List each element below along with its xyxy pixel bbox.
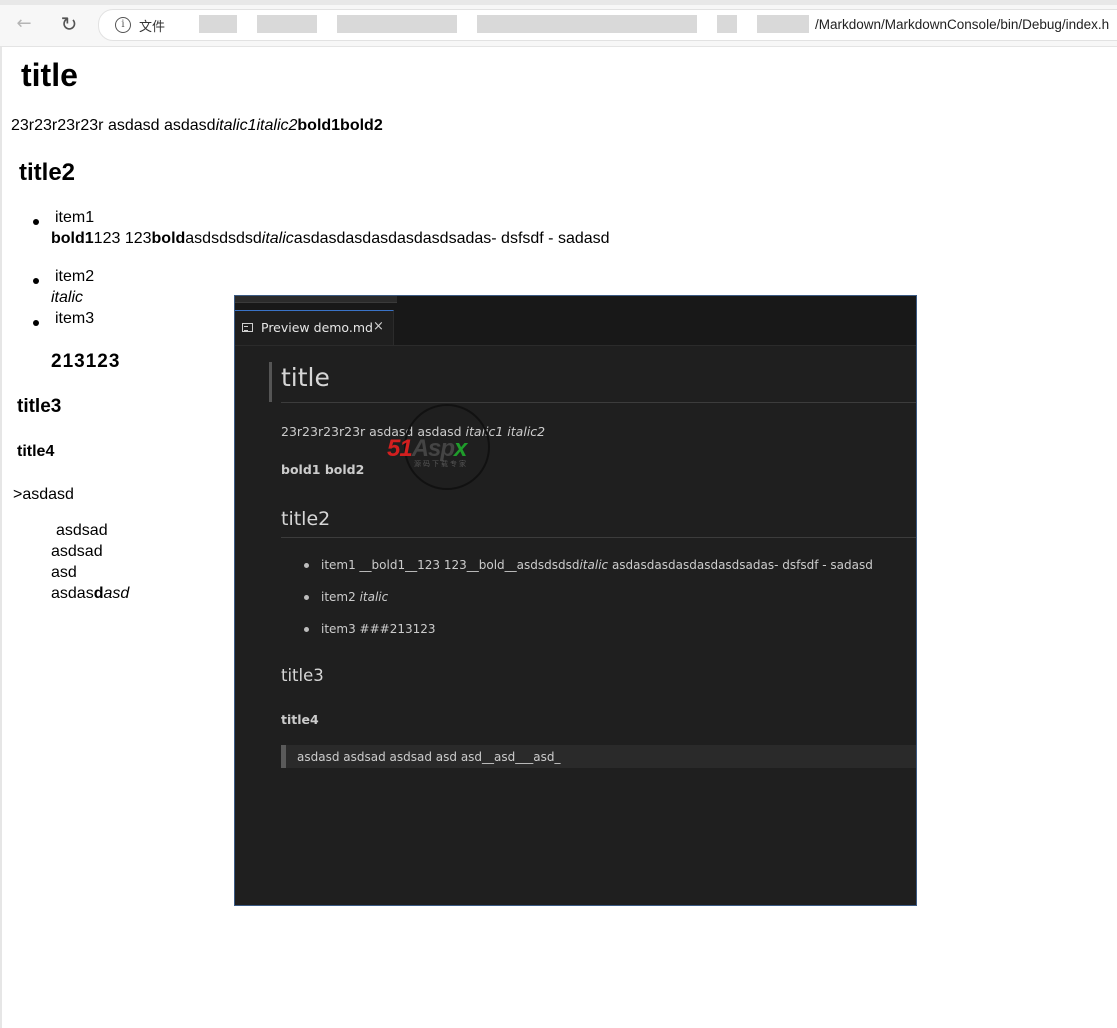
close-icon[interactable]: ×: [373, 319, 384, 334]
info-icon[interactable]: i: [115, 17, 131, 33]
code-line: asdasdasd: [51, 585, 129, 603]
bullet-icon: [304, 595, 309, 600]
preview-heading-1: title: [281, 363, 330, 392]
italic-text: italic: [51, 289, 84, 306]
paragraph: 23r23r23r23r asdasd asdasditalic1italic2…: [11, 117, 383, 135]
plain-text: 23r23r23r23r asdasd asdasd: [11, 117, 216, 134]
plain-text: asdas: [51, 585, 94, 602]
preview-heading-3: title3: [281, 666, 324, 685]
vscode-preview-window: Preview demo.md × title 23r23r23r23r asd…: [234, 295, 917, 906]
address-scheme-label: 文件: [139, 20, 166, 35]
window-topbar: [235, 296, 916, 310]
bold-text: bold1: [51, 230, 94, 247]
redacted-path: [257, 15, 317, 33]
italic-text: italic: [261, 230, 294, 247]
redacted-path: [337, 15, 457, 33]
list-item-label: item3: [55, 310, 95, 327]
address-bar[interactable]: i 文件 /Markdown/MarkdownConsole/bin/Debug…: [98, 9, 1117, 41]
heading-bar: [269, 362, 272, 402]
tab-label: Preview demo.md: [261, 320, 373, 335]
preview-bold-line: bold1 bold2: [281, 462, 365, 477]
heading-3: 213123: [51, 351, 121, 372]
plain-text: asdasdasdasdasdasdsadas- dsfsdf - sadasd: [293, 230, 610, 247]
plain-text: 123 123: [93, 230, 152, 247]
reload-icon[interactable]: ↻: [58, 13, 80, 35]
heading-1: title: [21, 57, 78, 93]
blockquote-text: >asdasd: [13, 486, 74, 503]
editor-tabbar: Preview demo.md ×: [235, 310, 916, 346]
code-line: asdsad: [51, 543, 103, 560]
italic-text: italic1italic2: [215, 117, 298, 134]
watermark-subtitle: 源码下载专家: [414, 460, 468, 468]
back-arrow-icon[interactable]: ←: [13, 13, 35, 35]
preview-blockquote-text: asdasd asdsad asdsad asd asd__asd___asd_: [297, 750, 561, 764]
italic-text: italic: [359, 590, 389, 604]
preview-list-item: item3 ###213123: [321, 622, 436, 636]
tab-preview-demo[interactable]: Preview demo.md ×: [235, 310, 394, 345]
bullet-icon: [33, 278, 39, 284]
divider: [281, 537, 916, 538]
plain-text: asdasdasdasdasdasdsadas- dsfsdf - sadasd: [608, 558, 873, 572]
divider: [281, 402, 916, 403]
heading-2: title2: [19, 159, 76, 186]
bold-text: bold: [151, 230, 186, 247]
bold-text: bold1bold2: [297, 117, 383, 134]
redacted-path: [757, 15, 809, 33]
heading-3: title3: [17, 396, 62, 417]
redacted-path: [477, 15, 697, 33]
bullet-icon: [304, 627, 309, 632]
tab-strip: [0, 0, 1117, 5]
heading-4: title4: [17, 443, 55, 460]
address-url-text: /Markdown/MarkdownConsole/bin/Debug/inde…: [815, 17, 1110, 32]
browser-toolbar: ← ↻ i 文件 /Markdown/MarkdownConsole/bin/D…: [0, 0, 1117, 47]
plain-text: item2: [321, 590, 360, 604]
list-item-label: item2: [55, 268, 95, 285]
list-item-label: item1: [55, 209, 95, 226]
list-item-line: bold1123 123boldasdsdsdsditalicasdasdasd…: [51, 230, 610, 248]
preview-icon: [242, 323, 253, 332]
redacted-path: [717, 15, 737, 33]
redacted-path: [199, 15, 237, 33]
plain-text: asdsdsdsd: [185, 230, 262, 247]
code-line: asd: [51, 564, 77, 581]
italic-text: asd: [103, 585, 130, 602]
bullet-icon: [33, 219, 39, 225]
background-tab[interactable]: [235, 296, 397, 303]
preview-heading-2: title2: [281, 508, 331, 530]
code-line: asdsad: [56, 522, 108, 539]
italic-text: italic: [579, 558, 609, 572]
plain-text: item1 __bold1__123 123__bold__asdsdsdsd: [321, 558, 580, 572]
preview-list-item: item1 __bold1__123 123__bold__asdsdsdsdi…: [321, 558, 873, 572]
bullet-icon: [33, 320, 39, 326]
preview-heading-4: title4: [281, 712, 319, 727]
preview-list-item: item2 italic: [321, 590, 388, 604]
bullet-icon: [304, 563, 309, 568]
